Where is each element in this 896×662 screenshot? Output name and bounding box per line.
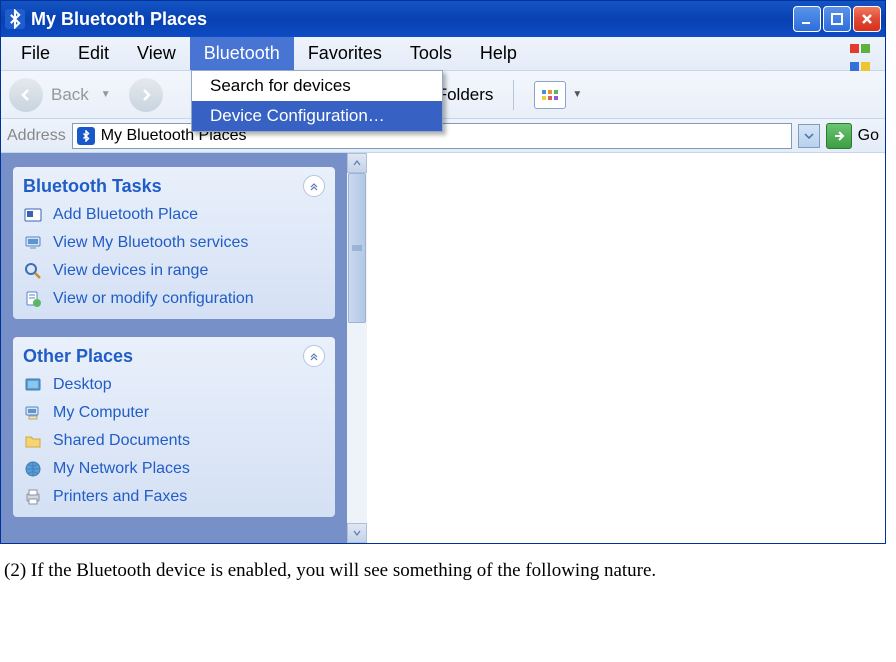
back-button[interactable] [9, 78, 43, 112]
minimize-button[interactable] [793, 6, 821, 32]
address-dropdown-button[interactable] [798, 124, 820, 148]
windows-flag-icon [849, 41, 879, 67]
forward-button[interactable] [129, 78, 163, 112]
panel-title: Bluetooth Tasks [23, 176, 162, 197]
sidebar: Bluetooth Tasks Add Bluetooth Place [1, 153, 347, 543]
dropdown-search-devices[interactable]: Search for devices [192, 71, 442, 101]
other-places-panel: Other Places Desktop [13, 337, 335, 517]
task-modify-config[interactable]: View or modify configuration [23, 289, 325, 309]
folder-icon [23, 431, 43, 451]
menu-favorites[interactable]: Favorites [294, 37, 396, 70]
scrollbar [347, 153, 367, 543]
window-title: My Bluetooth Places [31, 9, 793, 30]
task-view-devices[interactable]: View devices in range [23, 261, 325, 281]
task-list: Add Bluetooth Place View My Bluetooth se… [23, 205, 325, 309]
go-button[interactable] [826, 123, 852, 149]
task-view-services[interactable]: View My Bluetooth services [23, 233, 325, 253]
my-computer-icon [23, 403, 43, 423]
menu-bluetooth[interactable]: Bluetooth [190, 37, 294, 70]
panel-header: Other Places [23, 345, 325, 367]
view-mode-button[interactable]: ▼ [526, 77, 590, 113]
bluetooth-location-icon [77, 127, 95, 145]
task-label: My Network Places [53, 460, 190, 478]
scroll-down-button[interactable] [347, 523, 367, 543]
scroll-up-button[interactable] [347, 153, 367, 173]
window-controls [793, 6, 881, 32]
task-label: View devices in range [53, 262, 208, 280]
toolbar: Back ▼ Folders ▼ [1, 71, 885, 119]
panel-header: Bluetooth Tasks [23, 175, 325, 197]
menu-help[interactable]: Help [466, 37, 531, 70]
menu-tools[interactable]: Tools [396, 37, 466, 70]
collapse-button[interactable] [303, 175, 325, 197]
place-shared-documents[interactable]: Shared Documents [23, 431, 325, 451]
task-label: Add Bluetooth Place [53, 206, 198, 224]
menu-view[interactable]: View [123, 37, 190, 70]
task-label: Shared Documents [53, 432, 190, 450]
place-my-computer[interactable]: My Computer [23, 403, 325, 423]
scroll-track[interactable] [347, 173, 367, 523]
back-dropdown-arrow[interactable]: ▼ [101, 89, 111, 100]
addressbar: Address My Bluetooth Places Go [1, 119, 885, 153]
bluetooth-app-icon [5, 9, 25, 29]
toolbar-divider [513, 80, 514, 110]
printer-icon [23, 487, 43, 507]
task-label: My Computer [53, 404, 149, 422]
magnifier-icon [23, 261, 43, 281]
window-frame: My Bluetooth Places File Edit View Bluet… [0, 0, 886, 544]
titlebar: My Bluetooth Places [1, 1, 885, 37]
task-list: Desktop My Computer Shared Documents [23, 375, 325, 507]
menubar: File Edit View Bluetooth Favorites Tools… [1, 37, 885, 71]
panel-title: Other Places [23, 346, 133, 367]
task-label: View or modify configuration [53, 290, 254, 308]
dropdown-device-configuration[interactable]: Device Configuration… [192, 101, 442, 131]
menu-edit[interactable]: Edit [64, 37, 123, 70]
bluetooth-place-icon [23, 205, 43, 225]
place-desktop[interactable]: Desktop [23, 375, 325, 395]
scroll-thumb[interactable] [348, 173, 366, 323]
content-area: Bluetooth Tasks Add Bluetooth Place [1, 153, 885, 543]
desktop-icon [23, 375, 43, 395]
task-label: Printers and Faxes [53, 488, 187, 506]
collapse-button[interactable] [303, 345, 325, 367]
folders-label: Folders [437, 85, 494, 105]
config-icon [23, 289, 43, 309]
computer-icon [23, 233, 43, 253]
place-network-places[interactable]: My Network Places [23, 459, 325, 479]
go-label: Go [858, 127, 879, 145]
task-label: Desktop [53, 376, 112, 394]
maximize-button[interactable] [823, 6, 851, 32]
menu-file[interactable]: File [7, 37, 64, 70]
task-label: View My Bluetooth services [53, 234, 248, 252]
address-label: Address [7, 127, 66, 145]
task-add-bluetooth-place[interactable]: Add Bluetooth Place [23, 205, 325, 225]
bluetooth-dropdown-menu: Search for devices Device Configuration… [191, 70, 443, 132]
back-label: Back [51, 85, 89, 105]
close-button[interactable] [853, 6, 881, 32]
network-places-icon [23, 459, 43, 479]
main-content-area [367, 153, 885, 543]
bluetooth-tasks-panel: Bluetooth Tasks Add Bluetooth Place [13, 167, 335, 319]
place-printers-faxes[interactable]: Printers and Faxes [23, 487, 325, 507]
caption-text: (2) If the Bluetooth device is enabled, … [4, 560, 892, 582]
view-grid-icon [534, 81, 566, 109]
